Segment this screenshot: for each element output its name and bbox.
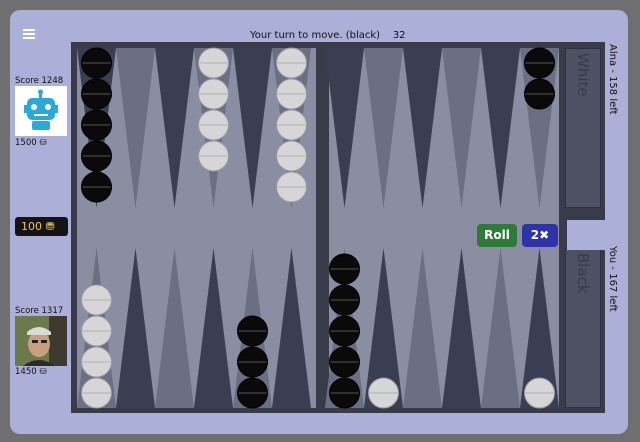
black-checker[interactable] [237,315,268,347]
black-checker[interactable] [81,78,112,110]
pip-count: 32 [392,30,406,41]
coin-stack-icon: ⛁ [39,138,47,148]
black-checker[interactable] [329,346,360,378]
white-checker[interactable] [198,47,229,79]
stake-badge: 100 ⛃ [15,217,68,236]
opponent-pips-label: Alna - 158 left [607,44,618,115]
black-checker[interactable] [329,377,360,409]
player-score: Score 1317 [15,306,64,316]
white-checker[interactable] [198,140,229,172]
black-checker[interactable] [524,78,555,110]
white-checker[interactable] [198,109,229,141]
opponent-coins: 1500 ⛁ [15,138,47,148]
board-point-2[interactable] [481,48,520,208]
roll-button[interactable]: Roll [477,224,517,247]
turn-status: Your turn to move. (black) 32 [250,30,406,41]
black-checker[interactable] [81,171,112,203]
coin-stack-icon: ⛁ [39,367,47,377]
white-checker[interactable] [81,377,112,409]
black-checker[interactable] [524,47,555,79]
board-point-3[interactable] [442,48,481,208]
white-checker[interactable] [81,315,112,347]
opponent-avatar [15,86,67,136]
board-point-4[interactable] [403,48,442,208]
robot-icon [24,89,58,130]
board-point-22[interactable] [442,248,481,408]
black-checker[interactable] [81,47,112,79]
white-checker[interactable] [276,109,307,141]
black-checker[interactable] [237,377,268,409]
menu-icon[interactable] [23,29,35,39]
black-checker[interactable] [329,253,360,285]
black-checker[interactable] [329,315,360,347]
board-point-15[interactable] [155,248,194,408]
board-point-16[interactable] [194,248,233,408]
double-button[interactable]: 2✖ [522,224,558,247]
white-checker[interactable] [276,47,307,79]
tray-gap [567,220,605,250]
black-checker[interactable] [237,346,268,378]
board-point-23[interactable] [481,248,520,408]
status-text: Your turn to move. (black) [250,30,381,41]
board-point-21[interactable] [403,248,442,408]
board-point-8[interactable] [233,48,272,208]
coins-icon: ⛃ [45,220,55,233]
white-checker[interactable] [276,140,307,172]
white-checker[interactable] [276,171,307,203]
black-checker[interactable] [329,284,360,316]
white-checker[interactable] [81,346,112,378]
game-window: Your turn to move. (black) 32 Score 1248… [10,10,628,434]
board-point-18[interactable] [272,248,311,408]
board-point-5[interactable] [364,48,403,208]
stake-value: 100 [21,220,42,233]
player-coins: 1450 ⛁ [15,367,47,377]
board-point-11[interactable] [116,48,155,208]
white-checker[interactable] [81,284,112,316]
black-checker[interactable] [81,109,112,141]
white-checker[interactable] [276,78,307,110]
white-checker[interactable] [368,377,399,409]
opponent-score: Score 1248 [15,76,64,86]
white-checker[interactable] [198,78,229,110]
black-checker[interactable] [81,140,112,172]
board-point-10[interactable] [155,48,194,208]
user-photo-icon [15,316,67,366]
white-checker[interactable] [524,377,555,409]
player-pips-label: You - 167 left [607,246,618,312]
board-point-14[interactable] [116,248,155,408]
board-point-6[interactable] [325,48,364,208]
player-avatar [15,316,67,366]
